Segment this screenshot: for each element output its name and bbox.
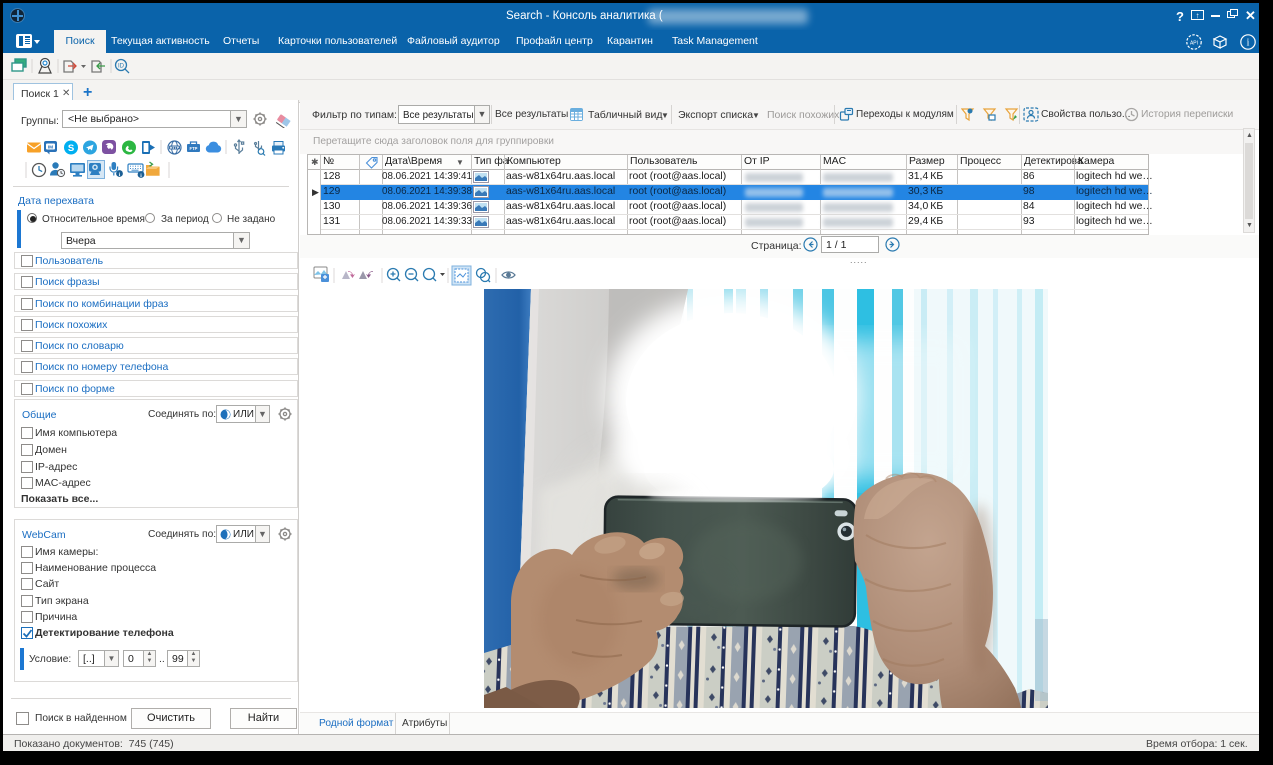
svg-text:HTTP: HTTP	[170, 146, 180, 150]
svg-text:FTP: FTP	[190, 146, 198, 151]
svg-text:ID: ID	[118, 64, 125, 70]
svg-text:S: S	[68, 143, 74, 154]
svg-text:API: API	[1190, 41, 1198, 47]
svg-text:i: i	[1247, 38, 1250, 49]
svg-text:IM: IM	[48, 145, 53, 151]
